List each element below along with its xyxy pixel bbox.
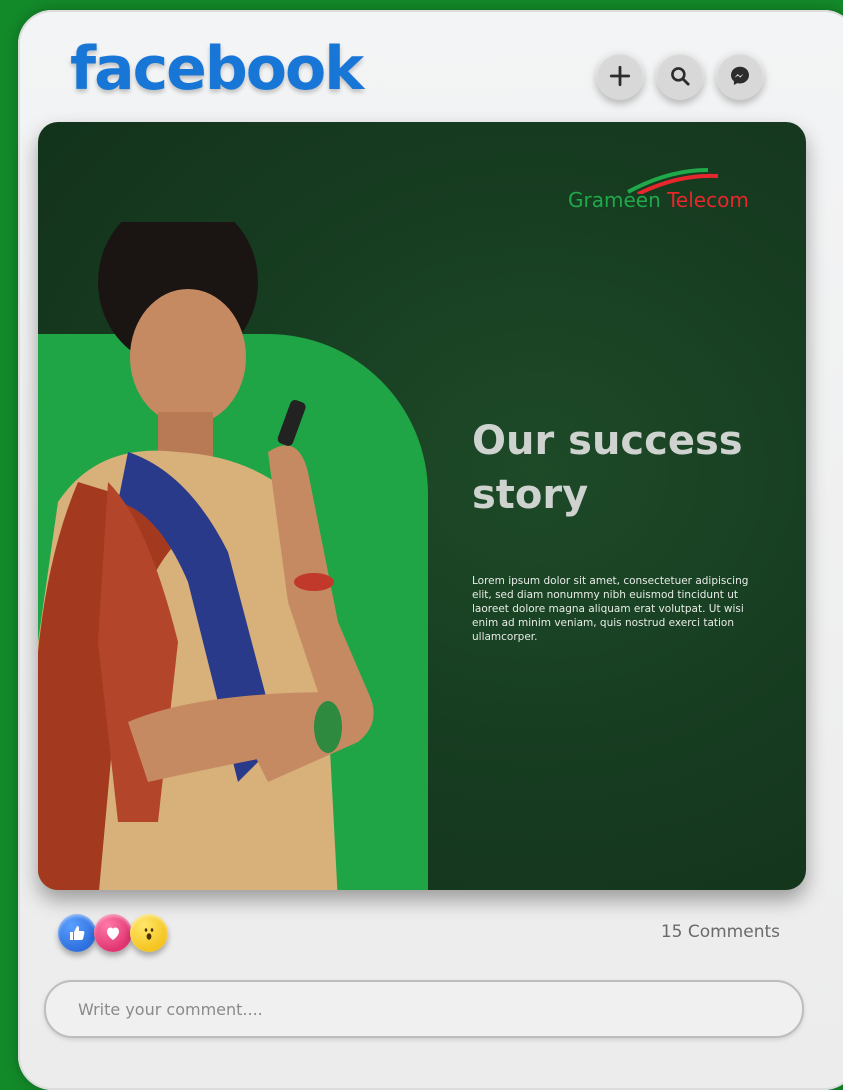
post-body-text: Lorem ipsum dolor sit amet, consectetuer…: [472, 575, 749, 643]
wow-icon: [144, 928, 154, 940]
comment-box: [44, 980, 804, 1038]
messenger-button[interactable]: [716, 52, 764, 100]
plus-icon: [609, 65, 631, 87]
love-reaction[interactable]: [94, 914, 132, 952]
like-reaction[interactable]: [58, 914, 96, 952]
reactions-bar[interactable]: [58, 914, 168, 952]
post-title: Our success story: [472, 418, 743, 518]
search-icon: [671, 67, 690, 86]
brand-text-grameen: Grameen: [568, 188, 661, 212]
header-actions: [596, 52, 764, 100]
like-icon: [70, 926, 85, 940]
add-button[interactable]: [596, 52, 644, 100]
facebook-logo[interactable]: facebook: [70, 34, 364, 104]
comment-input[interactable]: [76, 994, 770, 1024]
brand-text-telecom: Telecom: [667, 188, 749, 212]
woman-on-phone-photo: [38, 222, 374, 890]
brand-text: Grameen Telecom: [568, 188, 749, 212]
grameen-telecom-logo: Grameen Telecom: [568, 162, 768, 222]
comments-count[interactable]: 15 Comments: [620, 922, 780, 942]
love-icon: [107, 927, 119, 940]
post-image[interactable]: Grameen Telecom Our success story Lorem …: [38, 122, 806, 890]
search-button[interactable]: [656, 52, 704, 100]
messenger-icon: [731, 66, 749, 85]
wow-reaction[interactable]: [130, 914, 168, 952]
